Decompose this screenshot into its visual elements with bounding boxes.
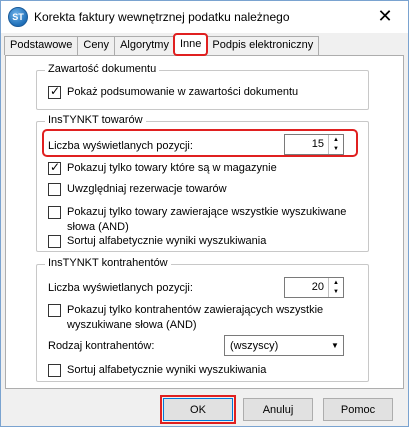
tab-inne[interactable]: Inne <box>172 33 209 56</box>
tab-podpis-elektroniczny[interactable]: Podpis elektroniczny <box>206 36 320 55</box>
goods-sort-checkbox[interactable] <box>48 235 61 248</box>
contractors-option-all-words[interactable]: Pokazuj tylko kontrahentów zawierających… <box>48 303 338 333</box>
window-title: Korekta faktury wewnętrznej podatku nale… <box>34 10 290 24</box>
help-button[interactable]: Pomoc <box>323 398 393 421</box>
show-summary-option[interactable]: Pokaż podsumowanie w zawartości dokument… <box>48 84 299 100</box>
reservations-checkbox[interactable] <box>48 183 61 196</box>
ok-button[interactable]: OK <box>160 395 236 424</box>
goods-count-highlight <box>42 129 358 157</box>
contractors-instynkt-group: InsTYNKT kontrahentów Liczba wyświetlany… <box>36 257 369 382</box>
goods-all-words-checkbox[interactable] <box>48 206 61 219</box>
tab-algorytmy[interactable]: Algorytmy <box>114 36 175 55</box>
contractor-type-label: Rodzaj kontrahentów: <box>48 340 155 352</box>
in-stock-checkbox[interactable] <box>48 160 61 175</box>
group-title-goods: InsTYNKT towarów <box>45 114 146 126</box>
group-title-document: Zawartość dokumentu <box>45 63 160 75</box>
contractors-count-label: Liczba wyświetlanych pozycji: <box>48 282 193 294</box>
group-title-contractors: InsTYNKT kontrahentów <box>45 257 171 269</box>
goods-option-in-stock[interactable]: Pokazuj tylko towary które są w magazyni… <box>48 160 277 176</box>
tab-panel-inne: Zawartość dokumentu Pokaż podsumowanie w… <box>5 55 404 389</box>
show-summary-label: Pokaż podsumowanie w zawartości dokument… <box>67 86 299 98</box>
show-summary-checkbox[interactable] <box>48 84 61 99</box>
document-content-group: Zawartość dokumentu Pokaż podsumowanie w… <box>36 63 369 110</box>
app-icon: ST <box>8 7 28 27</box>
tab-ceny[interactable]: Ceny <box>77 36 116 55</box>
contractors-sort-checkbox[interactable] <box>48 364 61 377</box>
chevron-down-icon[interactable]: ▼ <box>327 341 343 350</box>
contractors-count-stepper[interactable]: 20 ▲ ▼ <box>284 277 344 298</box>
close-button[interactable]: ✕ <box>362 1 408 32</box>
tab-podstawowe[interactable]: Podstawowe <box>4 36 79 55</box>
goods-option-sort[interactable]: Sortuj alfabetycznie wyniki wyszukiwania <box>48 234 266 249</box>
dialog-window: ST Korekta faktury wewnętrznej podatku n… <box>0 0 409 427</box>
contractors-count-value: 20 <box>311 281 324 293</box>
in-stock-label: Pokazuj tylko towary które są w magazyni… <box>67 162 277 174</box>
tab-bar: Podstawowe Ceny Algorytmy Inne Podpis el… <box>4 33 320 56</box>
contractors-count-row: Liczba wyświetlanych pozycji: <box>48 281 193 296</box>
contractors-count-down-icon[interactable]: ▼ <box>329 288 343 298</box>
goods-option-all-words[interactable]: Pokazuj tylko towary zawierające wszystk… <box>48 205 348 235</box>
contractors-count-up-icon[interactable]: ▲ <box>329 278 343 288</box>
contractor-type-value: (wszyscy) <box>230 339 279 352</box>
contractor-type-row: Rodzaj kontrahentów: <box>48 339 154 354</box>
title-bar: ST Korekta faktury wewnętrznej podatku n… <box>1 1 408 33</box>
contractors-all-words-label: Pokazuj tylko kontrahentów zawierających… <box>67 304 324 331</box>
goods-sort-label: Sortuj alfabetycznie wyniki wyszukiwania <box>67 235 267 247</box>
contractors-option-sort[interactable]: Sortuj alfabetycznie wyniki wyszukiwania <box>48 363 266 378</box>
goods-option-reservations[interactable]: Uwzględniaj rezerwacje towarów <box>48 182 227 197</box>
goods-all-words-label: Pokazuj tylko towary zawierające wszystk… <box>67 206 347 233</box>
reservations-label: Uwzględniaj rezerwacje towarów <box>67 183 227 195</box>
contractors-all-words-checkbox[interactable] <box>48 304 61 317</box>
cancel-button[interactable]: Anuluj <box>243 398 313 421</box>
contractor-type-select[interactable]: (wszyscy) ▼ <box>224 335 344 356</box>
close-icon: ✕ <box>377 6 393 26</box>
contractors-sort-label: Sortuj alfabetycznie wyniki wyszukiwania <box>67 364 267 376</box>
